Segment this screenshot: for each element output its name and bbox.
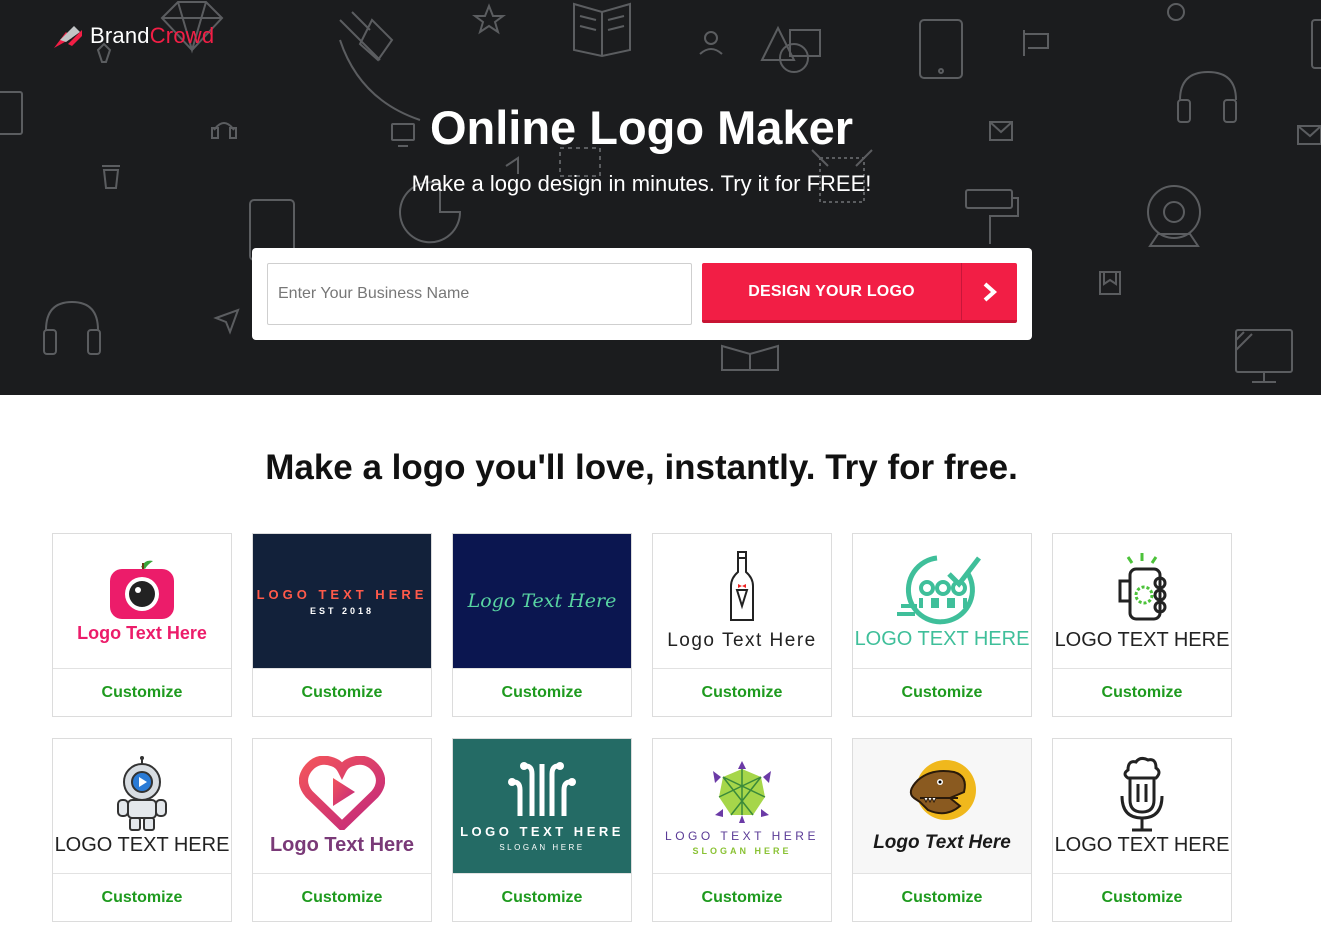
hero-banner: BrandCrowd Online Logo Maker Make a logo…	[0, 0, 1321, 395]
logo-subtext: EST 2018	[309, 605, 375, 616]
brand-name: BrandCrowd	[90, 23, 214, 49]
logo-preview: Logo Text Here	[853, 739, 1031, 873]
heart-play-icon	[299, 755, 385, 830]
logo-template-card[interactable]: LOGO TEXT HERE Customize	[1052, 533, 1232, 717]
section-title: Make a logo you'll love, instantly. Try …	[265, 448, 1018, 487]
customize-button[interactable]: Customize	[453, 873, 631, 921]
logo-text: LOGO TEXT HERE	[54, 833, 230, 856]
logo-preview: Logo Text Here	[653, 534, 831, 668]
circuit-icon	[508, 762, 576, 816]
logo-text: Logo Text Here	[77, 622, 207, 643]
brand-name-part2: Crowd	[149, 23, 215, 48]
logo-text: LOGO TEXT HERE	[1054, 833, 1230, 856]
chevron-right-icon	[961, 263, 1017, 320]
brandcrowd-logo-icon	[54, 26, 82, 48]
customize-button[interactable]: Customize	[853, 668, 1031, 716]
customize-button[interactable]: Customize	[53, 668, 231, 716]
hero-subtitle: Make a logo design in minutes. Try it fo…	[411, 171, 872, 196]
logo-search-form: DESIGN YOUR LOGO	[252, 248, 1032, 340]
dinosaur-icon	[909, 760, 976, 820]
customize-button[interactable]: Customize	[653, 668, 831, 716]
logo-template-card[interactable]: LOGO TEXT HERE Customize	[852, 533, 1032, 717]
logo-template-card[interactable]: Logo Text Here Customize	[252, 738, 432, 922]
turtle-icon	[713, 760, 771, 823]
logo-template-card[interactable]: LOGO TEXT HERE Customize	[52, 738, 232, 922]
team-check-icon	[897, 555, 981, 624]
brand-name-part1: Brand	[90, 23, 150, 48]
logo-preview: Logo Text Here	[453, 534, 631, 668]
customize-button[interactable]: Customize	[253, 873, 431, 921]
logo-preview: LOGO TEXT HERE	[853, 534, 1031, 668]
logo-template-card[interactable]: LOGO TEXT HERE Customize	[1052, 738, 1232, 922]
logo-preview: LOGO TEXT HERE	[53, 739, 231, 873]
logo-subtext: SLOGAN HERE	[499, 843, 585, 852]
customize-button[interactable]: Customize	[1053, 873, 1231, 921]
design-button-label: DESIGN YOUR LOGO	[748, 282, 915, 300]
logo-preview: LOGO TEXT HERE	[1053, 534, 1231, 668]
logo-template-card[interactable]: Logo Text Here Customize	[452, 533, 632, 717]
logo-preview: Logo Text Here	[53, 534, 231, 668]
logo-preview: LOGO TEXT HERE	[1053, 739, 1231, 873]
logo-preview: LOGO TEXT HERE EST 2018	[253, 534, 431, 668]
logo-preview: LOGO TEXT HERE SLOGAN HERE	[653, 739, 831, 873]
customize-button[interactable]: Customize	[53, 873, 231, 921]
logo-preview: LOGO TEXT HERE SLOGAN HERE	[453, 739, 631, 873]
logo-template-card[interactable]: Logo Text Here Customize	[652, 533, 832, 717]
logo-text: LOGO TEXT HERE	[256, 586, 428, 602]
customize-button[interactable]: Customize	[253, 668, 431, 716]
logo-template-card[interactable]: LOGO TEXT HERE SLOGAN HERE Customize	[652, 738, 832, 922]
hero-title: Online Logo Maker	[429, 101, 854, 154]
logo-preview: Logo Text Here	[253, 739, 431, 873]
logo-text: LOGO TEXT HERE	[854, 627, 1030, 650]
camera-apple-icon	[110, 560, 174, 619]
logo-text: Logo Text Here	[667, 630, 817, 651]
hand-gear-icon	[1118, 552, 1167, 620]
customize-button[interactable]: Customize	[1053, 668, 1231, 716]
customize-button[interactable]: Customize	[853, 873, 1031, 921]
customize-button[interactable]: Customize	[653, 873, 831, 921]
logo-text: Logo Text Here	[873, 832, 1011, 853]
logo-template-card[interactable]: LOGO TEXT HERE EST 2018 Customize	[252, 533, 432, 717]
wine-bottle-icon	[730, 551, 754, 621]
logo-template-card[interactable]: Logo Text Here Customize	[52, 533, 232, 717]
logo-text: Logo Text Here	[269, 833, 415, 856]
microphone-icon	[1120, 756, 1164, 831]
logo-text: LOGO TEXT HERE	[460, 824, 624, 839]
astronaut-icon	[117, 755, 167, 831]
logo-text: Logo Text Here	[467, 590, 617, 612]
logo-text: LOGO TEXT HERE	[1054, 628, 1230, 651]
logo-template-card[interactable]: LOGO TEXT HERE SLOGAN HERE Customize	[452, 738, 632, 922]
customize-button[interactable]: Customize	[453, 668, 631, 716]
logo-subtext: SLOGAN HERE	[692, 845, 792, 856]
logo-text: LOGO TEXT HERE	[665, 828, 819, 843]
logo-template-card[interactable]: Logo Text Here Customize	[852, 738, 1032, 922]
business-name-input[interactable]	[267, 263, 692, 325]
brandcrowd-logo[interactable]: BrandCrowd	[52, 22, 214, 50]
design-your-logo-button[interactable]: DESIGN YOUR LOGO	[702, 263, 1017, 323]
